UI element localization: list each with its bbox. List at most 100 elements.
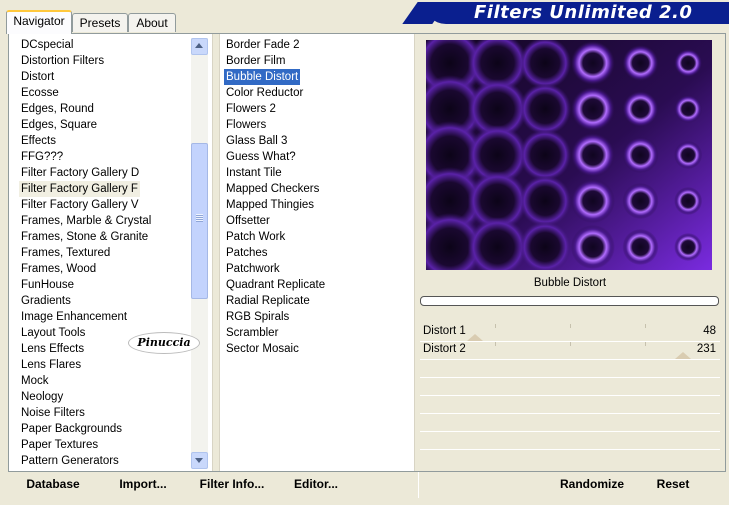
- category-item[interactable]: FFG???: [19, 149, 65, 165]
- preview-bubble: [519, 83, 572, 135]
- category-item[interactable]: Distortion Filters: [19, 53, 106, 69]
- navigator-panel: DCspecial Distortion Filters Distort Ecosse…: [8, 33, 726, 472]
- category-item[interactable]: Edges, Round: [19, 101, 96, 117]
- filter-item[interactable]: Color Reductor: [224, 85, 305, 101]
- category-item[interactable]: Filter Factory Gallery D: [19, 165, 141, 181]
- preview-image: [426, 40, 712, 270]
- app-title: Filters Unlimited 2.0: [474, 2, 693, 23]
- empty-slider-row: [420, 360, 720, 378]
- category-list[interactable]: DCspecial Distortion Filters Distort Ecosse…: [11, 37, 191, 467]
- category-item[interactable]: Neology: [19, 389, 65, 405]
- category-item[interactable]: FunHouse: [19, 277, 76, 293]
- editor-button[interactable]: Editor...: [288, 472, 344, 496]
- category-item[interactable]: Filter Factory Gallery V: [19, 197, 141, 213]
- preview-bubble: [570, 225, 615, 269]
- filter-item[interactable]: RGB Spirals: [224, 309, 291, 325]
- category-item[interactable]: Image Enhancement: [19, 309, 129, 325]
- preview-bubble: [674, 187, 703, 215]
- category-item[interactable]: DCspecial: [19, 37, 75, 53]
- filter-item[interactable]: Offsetter: [224, 213, 272, 229]
- filter-item[interactable]: Mapped Thingies: [224, 197, 316, 213]
- filter-item[interactable]: Glass Ball 3: [224, 133, 289, 149]
- filter-info-button[interactable]: Filter Info...: [192, 472, 272, 496]
- preview-bubble: [519, 129, 572, 181]
- slider-tick: [570, 324, 571, 328]
- scroll-down-button[interactable]: [191, 452, 208, 469]
- category-item[interactable]: Paper Backgrounds: [19, 421, 124, 437]
- category-item[interactable]: Frames, Marble & Crystal: [19, 213, 153, 229]
- filter-item[interactable]: Flowers: [224, 117, 268, 133]
- category-item[interactable]: Pattern Generators: [19, 453, 121, 467]
- filter-list[interactable]: Border Fade 2 Border Film Bubble Distort Co…: [223, 37, 413, 467]
- slider-tick: [570, 342, 571, 346]
- filter-item[interactable]: Patches: [224, 245, 270, 261]
- category-item[interactable]: Distort: [19, 69, 56, 85]
- preview-bubble: [570, 41, 615, 85]
- import-button[interactable]: Import...: [112, 472, 174, 496]
- slider-thumb[interactable]: [467, 334, 483, 341]
- slider-tick: [495, 342, 496, 346]
- category-item[interactable]: Filter Factory Gallery F: [19, 181, 140, 197]
- category-item[interactable]: Frames, Textured: [19, 245, 112, 261]
- category-item[interactable]: Lens Effects: [19, 341, 86, 357]
- slider-tick: [645, 324, 646, 328]
- slider-value: 48: [703, 325, 716, 337]
- scroll-up-button[interactable]: [191, 38, 208, 55]
- filter-item[interactable]: Patchwork: [224, 261, 282, 277]
- bottom-separator: [418, 472, 419, 498]
- slider-label: Distort 2: [423, 343, 466, 355]
- filter-item[interactable]: Bubble Distort: [224, 69, 301, 85]
- empty-slider-row: [420, 414, 720, 432]
- preview-bubble: [622, 91, 659, 127]
- category-item[interactable]: Mock: [19, 373, 50, 389]
- preview-bubble: [519, 175, 572, 227]
- category-item[interactable]: Frames, Wood: [19, 261, 98, 277]
- filter-item[interactable]: Instant Tile: [224, 165, 284, 181]
- grip-icon: [196, 214, 203, 222]
- category-item[interactable]: Effects: [19, 133, 58, 149]
- filter-item[interactable]: Scrambler: [224, 325, 280, 341]
- preview-bubble: [674, 95, 703, 123]
- filter-item[interactable]: Border Fade 2: [224, 37, 302, 53]
- tab-navigator[interactable]: Navigator: [6, 10, 72, 34]
- category-item[interactable]: Lens Flares: [19, 357, 83, 373]
- category-item[interactable]: Edges, Square: [19, 117, 99, 133]
- filter-item[interactable]: Flowers 2: [224, 101, 278, 117]
- preview-bubble: [570, 133, 615, 177]
- empty-slider-row: [420, 396, 720, 414]
- filter-item[interactable]: Sector Mosaic: [224, 341, 301, 357]
- chevron-down-icon: [195, 458, 203, 463]
- preview-area: Bubble Distort Distort 1 48 Distort 2 231: [420, 34, 725, 471]
- empty-slider-row: [420, 432, 720, 450]
- preview-bubble: [622, 183, 659, 219]
- watermark-logo: Pinuccia: [128, 332, 200, 354]
- category-item[interactable]: Layout Tools: [19, 325, 87, 341]
- splitter-left[interactable]: [212, 34, 220, 471]
- randomize-button[interactable]: Randomize: [552, 472, 632, 496]
- category-item[interactable]: Paper Textures: [19, 437, 100, 453]
- filter-item[interactable]: Border Film: [224, 53, 287, 69]
- filter-item[interactable]: Quadrant Replicate: [224, 277, 327, 293]
- filter-item[interactable]: Mapped Checkers: [224, 181, 321, 197]
- filter-item[interactable]: Guess What?: [224, 149, 298, 165]
- category-scrollbar[interactable]: [191, 38, 208, 469]
- scroll-thumb[interactable]: [191, 143, 208, 299]
- category-item[interactable]: Ecosse: [19, 85, 61, 101]
- filter-item[interactable]: Patch Work: [224, 229, 287, 245]
- category-item[interactable]: Frames, Stone & Granite: [19, 229, 150, 245]
- preview-bubble: [622, 137, 659, 173]
- filter-item[interactable]: Radial Replicate: [224, 293, 312, 309]
- preview-bubble: [622, 45, 659, 81]
- slider-row[interactable]: Distort 2 231: [420, 342, 720, 360]
- category-item[interactable]: Noise Filters: [19, 405, 87, 421]
- database-button[interactable]: Database: [18, 472, 88, 496]
- slider-row[interactable]: Distort 1 48: [420, 324, 720, 342]
- slider-label: Distort 1: [423, 325, 466, 337]
- category-item[interactable]: Gradients: [19, 293, 73, 309]
- tab-about[interactable]: About: [128, 13, 176, 32]
- reset-button[interactable]: Reset: [648, 472, 698, 496]
- preview-bubble: [674, 49, 703, 77]
- progress-bar: [420, 296, 719, 306]
- slider-thumb[interactable]: [675, 352, 691, 359]
- tab-presets[interactable]: Presets: [72, 13, 128, 32]
